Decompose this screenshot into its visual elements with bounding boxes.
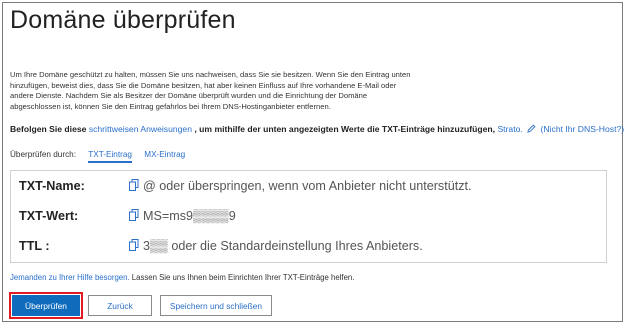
instructions: Befolgen Sie diese schrittweisen Anweisu… (10, 124, 624, 134)
help-text: Jemanden zu Ihrer Hilfe besorgen. Lassen… (10, 273, 354, 282)
save-close-button[interactable]: Speichern und schließen (160, 295, 272, 316)
copy-icon[interactable] (129, 239, 139, 251)
txt-value-value: MS=ms9▒▒▒▒9 (143, 209, 236, 223)
verify-method: Überprüfen durch: TXT-Eintrag MX-Eintrag (10, 150, 185, 163)
record-label-ttl: TTL : (19, 239, 50, 253)
verify-label: Überprüfen durch: (10, 150, 76, 159)
copy-icon[interactable] (129, 209, 139, 221)
not-host-link[interactable]: (Nicht Ihr DNS-Host?) (541, 124, 625, 134)
record-label-txt-name: TXT-Name: (19, 179, 85, 193)
tab-mx-record[interactable]: MX-Eintrag (144, 150, 185, 161)
intro-text: Um Ihre Domäne geschützt zu halten, müss… (10, 70, 411, 111)
page-title: Domäne überprüfen (10, 6, 236, 34)
copy-icon[interactable] (129, 179, 139, 191)
instructions-link[interactable]: schrittweisen Anweisungen (89, 124, 192, 134)
provider-link[interactable]: Strato. (497, 124, 522, 134)
txt-name-value: @ oder überspringen, wenn vom Anbieter n… (143, 179, 472, 193)
instructions-suffix: , um mithilfe der unten angezeigten Wert… (194, 124, 496, 134)
record-value-txt-value: MS=ms9▒▒▒▒9 (129, 209, 236, 223)
record-value-txt-name: @ oder überspringen, wenn vom Anbieter n… (129, 179, 472, 193)
pencil-icon[interactable] (527, 124, 536, 133)
ttl-value: 3▒▒ oder die Standardeinstellung Ihres A… (143, 239, 423, 253)
back-button[interactable]: Zurück (88, 295, 152, 316)
record-value-ttl: 3▒▒ oder die Standardeinstellung Ihres A… (129, 239, 423, 253)
tab-txt-record[interactable]: TXT-Eintrag (88, 150, 132, 163)
record-label-txt-value: TXT-Wert: (19, 209, 79, 223)
verify-button[interactable]: Überprüfen (9, 292, 83, 319)
dns-record-box: TXT-Name: @ oder überspringen, wenn vom … (10, 170, 607, 263)
help-description: Lassen Sie uns Ihnen beim Einrichten Ihr… (129, 273, 355, 282)
instructions-prefix: Befolgen Sie diese (10, 124, 87, 134)
help-link[interactable]: Jemanden zu Ihrer Hilfe besorgen. (10, 273, 130, 282)
